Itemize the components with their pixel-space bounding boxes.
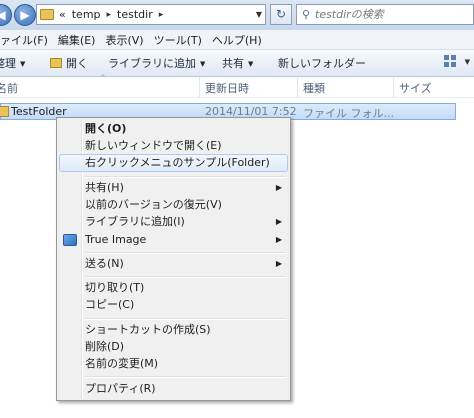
address-bar[interactable]: « temp ▸ testdir ▸ ▼: [36, 4, 266, 25]
menu-item-label: ライブラリに追加(I): [85, 215, 185, 228]
menu-item-add-to-library[interactable]: ライブラリに追加(I) ▶: [59, 213, 288, 231]
view-controls: ▼: [443, 55, 470, 68]
sort-caret-icon: ^: [100, 74, 106, 82]
share-label: 共有: [222, 57, 244, 70]
menu-item-restore-previous[interactable]: 以前のバージョンの復元(V): [59, 196, 288, 214]
back-button[interactable]: ◀: [0, 4, 12, 26]
menu-item-label: 右クリックメニュのサンプル(Folder): [85, 156, 270, 169]
submenu-arrow-icon: ▶: [275, 217, 282, 226]
share-button[interactable]: 共有 ▼: [222, 55, 253, 71]
breadcrumb-temp[interactable]: temp: [72, 8, 101, 21]
dropdown-arrow-icon: ▼: [248, 60, 254, 68]
menu-item-open[interactable]: 開く(O): [59, 120, 288, 138]
breadcrumb-overflow[interactable]: «: [59, 8, 66, 21]
search-icon: ⚲: [301, 8, 311, 21]
menu-item-label: ショートカットの作成(S): [85, 323, 211, 336]
submenu-arrow-icon: ▶: [275, 235, 282, 244]
menu-item-delete[interactable]: 削除(D): [59, 338, 288, 356]
submenu-arrow-icon: ▶: [275, 183, 282, 192]
menu-item-label: True Image: [85, 233, 147, 246]
menu-item-label: 新しいウィンドウで開く(E): [85, 139, 222, 152]
breadcrumb-testdir[interactable]: testdir: [117, 8, 153, 21]
menu-separator: [85, 252, 286, 254]
forward-arrow-icon: ▶: [20, 8, 30, 22]
refresh-icon: ↻: [275, 7, 287, 21]
back-arrow-icon: ◀: [0, 8, 6, 22]
menu-view[interactable]: 表示(V): [99, 32, 153, 48]
menu-item-true-image[interactable]: True Image ▶: [59, 231, 288, 249]
column-name[interactable]: 名前: [0, 80, 18, 96]
breadcrumb-separator-icon[interactable]: ▸: [107, 10, 112, 20]
menu-item-label: 切り取り(T): [85, 281, 145, 294]
organize-button[interactable]: 整理 ▼: [0, 55, 25, 71]
open-folder-icon: [50, 58, 62, 68]
open-label: 開く: [66, 57, 88, 70]
menu-item-label: 名前の変更(M): [85, 357, 159, 370]
menu-file[interactable]: ァイル(F): [0, 32, 58, 48]
forward-button[interactable]: ▶: [14, 4, 36, 26]
column-divider[interactable]: [199, 77, 200, 97]
menu-item-label: 送る(N): [85, 257, 124, 270]
add-to-library-button[interactable]: ライブラリに追加 ▼: [108, 55, 205, 71]
organize-label: 整理: [0, 57, 16, 70]
menu-item-cut[interactable]: 切り取り(T): [59, 279, 288, 297]
menu-separator: [85, 176, 286, 178]
menu-item-open-new-window[interactable]: 新しいウィンドウで開く(E): [59, 137, 288, 155]
new-folder-label: 新しいフォルダー: [278, 57, 366, 70]
menu-item-share[interactable]: 共有(H) ▶: [59, 179, 288, 197]
dropdown-arrow-icon: ▼: [200, 60, 206, 68]
file-type: ファイル フォル...: [303, 107, 394, 120]
command-bar: 整理 ▼ 開く ライブラリに追加 ▼ 共有 ▼ 新しいフォルダー ▼: [0, 50, 474, 77]
menu-item-rename[interactable]: 名前の変更(M): [59, 355, 288, 373]
column-type[interactable]: 種類: [303, 80, 325, 96]
context-menu: 開く(O) 新しいウィンドウで開く(E) 右クリックメニュのサンプル(Folde…: [56, 117, 291, 401]
submenu-arrow-icon: ▶: [275, 259, 282, 268]
menu-separator: [85, 376, 286, 378]
new-folder-button[interactable]: 新しいフォルダー: [278, 55, 366, 71]
column-modified[interactable]: 更新日時: [205, 80, 249, 96]
column-size[interactable]: サイズ: [399, 80, 432, 96]
address-dropdown-icon[interactable]: ▼: [256, 10, 262, 19]
menu-separator: [85, 276, 286, 278]
folder-icon: [40, 9, 54, 20]
menu-tools[interactable]: ツール(T): [148, 32, 212, 48]
menu-item-label: 開く(O): [85, 122, 127, 135]
folder-icon: [0, 106, 9, 117]
column-divider[interactable]: [393, 77, 394, 97]
menu-help[interactable]: ヘルプ(H): [206, 32, 272, 48]
open-button[interactable]: 開く: [50, 55, 88, 71]
dropdown-arrow-icon: ▼: [20, 60, 26, 68]
menu-item-label: 以前のバージョンの復元(V): [85, 198, 222, 211]
menu-item-label: 共有(H): [85, 181, 124, 194]
column-divider[interactable]: [297, 77, 298, 97]
address-strip: ◀ ▶ « temp ▸ testdir ▸ ▼ ↻ ⚲: [0, 0, 474, 30]
breadcrumb-separator-icon[interactable]: ▸: [159, 10, 164, 20]
search-box[interactable]: ⚲: [296, 4, 474, 25]
menu-item-create-shortcut[interactable]: ショートカットの作成(S): [59, 321, 288, 339]
menu-item-label: プロパティ(R): [85, 382, 156, 395]
true-image-icon: [63, 234, 77, 246]
menu-edit[interactable]: 編集(E): [52, 32, 106, 48]
add-to-library-label: ライブラリに追加: [108, 57, 196, 70]
view-options-icon[interactable]: [443, 55, 457, 68]
menu-item-sample-folder[interactable]: 右クリックメニュのサンプル(Folder): [59, 154, 288, 172]
menu-item-copy[interactable]: コピー(C): [59, 296, 288, 314]
menu-item-label: コピー(C): [85, 298, 135, 311]
view-dropdown-icon[interactable]: ▼: [465, 58, 470, 66]
menu-separator: [85, 318, 286, 320]
column-headers: ^ 名前 更新日時 種類 サイズ: [0, 74, 474, 98]
menu-bar: ァイル(F) 編集(E) 表示(V) ツール(T) ヘルプ(H): [0, 30, 474, 50]
search-input[interactable]: [315, 8, 465, 21]
menu-item-label: 削除(D): [85, 340, 125, 353]
refresh-button[interactable]: ↻: [270, 4, 292, 25]
menu-item-properties[interactable]: プロパティ(R): [59, 380, 288, 398]
menu-item-send-to[interactable]: 送る(N) ▶: [59, 255, 288, 273]
